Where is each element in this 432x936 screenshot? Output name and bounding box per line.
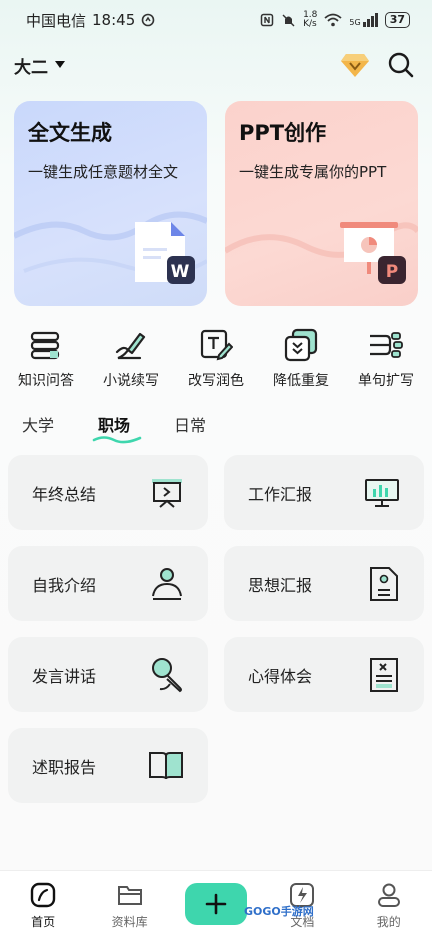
quick-tools: 知识问答 小说续写 改写润色 降低重复 单句扩写 [4, 328, 428, 390]
template-self-introduction[interactable]: 自我介绍 [8, 546, 208, 621]
template-label: 年终总结 [32, 484, 97, 504]
nav-home[interactable]: 首页 [8, 881, 78, 930]
template-reflection[interactable]: 心得体会 [224, 637, 424, 712]
nav-library[interactable]: 资料库 [95, 881, 165, 930]
text-edit-icon [200, 329, 233, 361]
folder-icon [117, 886, 142, 905]
top-header: 大二 [0, 44, 432, 86]
profile-icon [377, 883, 400, 907]
template-year-end-summary[interactable]: 年终总结 [8, 455, 208, 530]
chart-board-icon [365, 478, 399, 507]
grade-selector[interactable]: 大二 [14, 53, 66, 78]
create-button[interactable] [184, 883, 247, 925]
net-speed: 1.8 K/s [303, 11, 317, 29]
nav-label: 资料库 [111, 915, 148, 929]
tab-workplace[interactable]: 职场 [92, 412, 142, 444]
status-bar: 中国电信 18:45 1.8 K/s 5G 37 [0, 0, 432, 40]
clock: 18:45 [92, 11, 136, 29]
reduce-duplicate-icon [284, 328, 318, 362]
home-icon [30, 882, 56, 908]
template-thought-report[interactable]: 思想汇报 [224, 546, 424, 621]
nav-create[interactable] [181, 881, 251, 925]
template-label: 述职报告 [32, 757, 97, 777]
tool-rewrite-polish[interactable]: 改写润色 [174, 328, 258, 390]
feature-cards: 全文生成 一键生成任意题材全文 W PPT创作 一键生成专属你的PPT P [14, 101, 418, 306]
tool-label: 知识问答 [18, 373, 74, 389]
battery-indicator: 37 [384, 12, 410, 28]
tool-label: 小说续写 [103, 373, 159, 389]
tab-label: 大学 [22, 416, 55, 435]
expand-icon [370, 332, 403, 358]
ppt-badge: P [385, 262, 399, 282]
card-title: PPT创作 [239, 121, 327, 145]
tool-sentence-expand[interactable]: 单句扩写 [344, 328, 428, 390]
template-work-report[interactable]: 工作汇报 [224, 455, 424, 530]
person-icon [152, 567, 182, 600]
tab-label: 日常 [174, 416, 207, 435]
presentation-icon [152, 478, 182, 508]
wifi-icon [324, 13, 342, 27]
nav-label: 我的 [376, 915, 401, 929]
template-speech[interactable]: 发言讲话 [8, 637, 208, 712]
nav-profile[interactable]: 我的 [354, 881, 424, 930]
books-icon [30, 331, 60, 360]
tab-university[interactable]: 大学 [22, 412, 54, 436]
template-label: 工作汇报 [248, 484, 313, 504]
tool-knowledge-qa[interactable]: 知识问答 [4, 328, 88, 390]
template-label: 心得体会 [248, 666, 313, 686]
tool-reduce-duplicate[interactable]: 降低重复 [259, 328, 343, 390]
search-icon[interactable] [388, 52, 414, 78]
dropdown-icon [55, 61, 65, 68]
activity-icon [141, 13, 155, 27]
nav-label: 首页 [31, 915, 56, 929]
bottom-navigation: 首页 资料库 文档 我的 [0, 870, 432, 936]
tab-label: 职场 [98, 416, 131, 435]
note-icon [370, 657, 398, 692]
signal-label: 5G [349, 18, 361, 27]
pen-icon [115, 332, 146, 360]
template-grid: 年终总结 工作汇报 自我介绍 思想汇报 发言讲话 心得体会 述职报告 [8, 455, 424, 803]
active-tab-indicator [92, 436, 142, 444]
category-tabs: 大学 职场 日常 [22, 412, 206, 444]
template-label: 自我介绍 [32, 575, 97, 595]
carrier-label: 中国电信 [26, 11, 87, 30]
tab-daily[interactable]: 日常 [174, 412, 206, 436]
card-title: 全文生成 [28, 121, 112, 145]
grade-label: 大二 [14, 57, 48, 78]
card-subtitle: 一键生成专属你的PPT [239, 163, 387, 181]
tool-label: 降低重复 [273, 373, 329, 389]
full-text-generation-card[interactable]: 全文生成 一键生成任意题材全文 W [14, 101, 207, 306]
vip-diamond-icon[interactable] [340, 52, 370, 78]
watermark: GOGO手游网 [244, 905, 314, 918]
tool-label: 改写润色 [188, 373, 244, 389]
template-performance-report[interactable]: 述职报告 [8, 728, 208, 803]
signal-icon: 5G [349, 13, 378, 27]
card-subtitle: 一键生成任意题材全文 [28, 163, 179, 181]
tool-label: 单句扩写 [358, 373, 414, 389]
book-icon [149, 751, 183, 779]
mute-icon [282, 14, 295, 26]
tool-novel-continue[interactable]: 小说续写 [89, 328, 173, 390]
word-badge: W [170, 262, 190, 282]
template-label: 发言讲话 [32, 666, 97, 686]
microphone-icon [152, 657, 182, 692]
plus-icon [205, 893, 227, 915]
nfc-icon [260, 13, 274, 27]
document-icon [370, 566, 398, 601]
ppt-creation-card[interactable]: PPT创作 一键生成专属你的PPT P [225, 101, 418, 306]
net-speed-unit: K/s [303, 19, 317, 29]
template-label: 思想汇报 [248, 575, 313, 595]
